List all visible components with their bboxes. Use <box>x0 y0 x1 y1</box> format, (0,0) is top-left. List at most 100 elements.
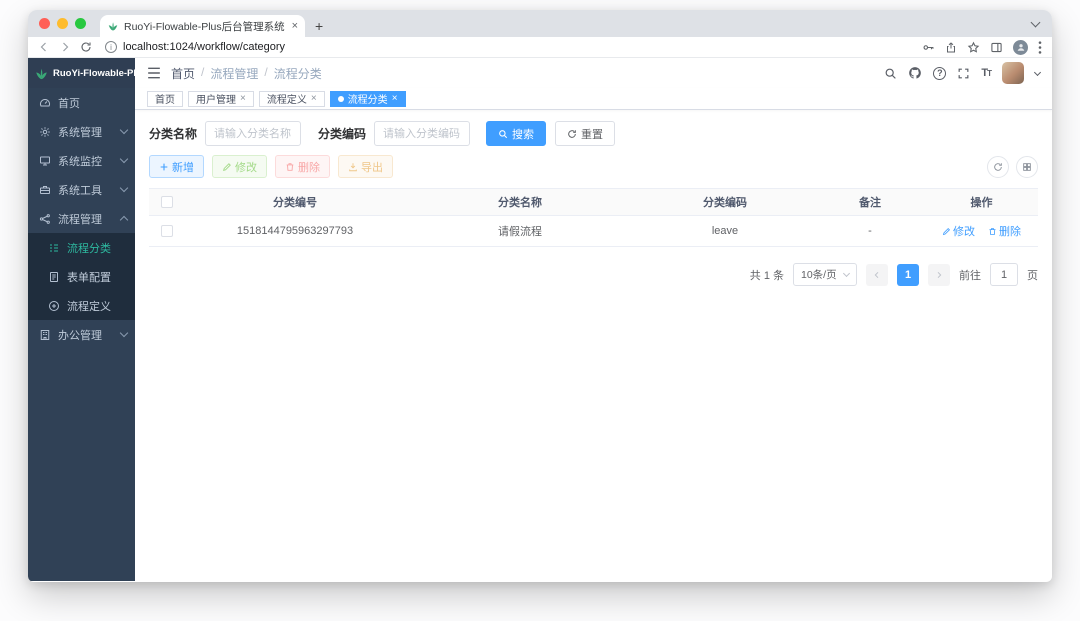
table-header-row: 分类编号 分类名称 分类编码 备注 操作 <box>149 188 1038 216</box>
columns-grid-icon <box>1023 162 1031 171</box>
side-panel-icon[interactable] <box>990 41 1003 54</box>
help-icon[interactable]: ? <box>933 66 947 80</box>
form-doc-icon <box>48 271 60 283</box>
font-size-icon[interactable]: TT <box>981 67 992 79</box>
reload-icon[interactable] <box>80 41 92 53</box>
sidebar-item-office-mgmt[interactable]: 办公管理 <box>28 320 135 349</box>
category-name-label: 分类名称 <box>149 127 198 141</box>
sidebar-item-workflow-definition[interactable]: 流程定义 <box>28 291 135 320</box>
sidebar-item-workflow-category[interactable]: 流程分类 <box>28 233 135 262</box>
row-checkbox[interactable] <box>161 225 173 238</box>
flow-icon <box>39 213 51 225</box>
logo-text: RuoYi-Flowable-Plus <box>53 67 148 79</box>
prev-page-button[interactable] <box>866 263 888 286</box>
monitor-icon <box>39 155 51 167</box>
next-page-button[interactable] <box>928 263 950 286</box>
avatar-caret-down-icon[interactable] <box>1033 68 1042 76</box>
select-all-checkbox[interactable] <box>161 196 173 209</box>
sidebar-item-system-mgmt[interactable]: 系统管理 <box>28 117 135 146</box>
address-bar[interactable]: i localhost:1024/workflow/category <box>105 41 913 53</box>
tag-user-mgmt[interactable]: 用户管理 × <box>188 90 254 107</box>
sidebar-item-workflow-mgmt[interactable]: 流程管理 <box>28 204 135 233</box>
forward-icon[interactable] <box>59 41 71 53</box>
header-category-code: 分类编码 <box>635 188 815 216</box>
tab-close-icon[interactable]: × <box>292 20 298 32</box>
sidebar-item-system-monitor[interactable]: 系统监控 <box>28 146 135 175</box>
sidebar-item-home[interactable]: 首页 <box>28 88 135 117</box>
browser-tab[interactable]: RuoYi-Flowable-Plus后台管理系统 × <box>100 15 305 37</box>
tag-workflow-category[interactable]: 流程分类 × <box>329 90 406 107</box>
tag-close-icon[interactable]: × <box>240 93 246 104</box>
site-info-icon[interactable]: i <box>105 41 117 53</box>
back-icon[interactable] <box>38 41 50 53</box>
browser-window: RuoYi-Flowable-Plus后台管理系统 × + i localhos… <box>28 10 1052 582</box>
search-button[interactable]: 搜索 <box>486 121 547 146</box>
share-icon[interactable] <box>945 41 957 54</box>
app-logo[interactable]: RuoYi-Flowable-Plus <box>28 58 147 88</box>
new-tab-button[interactable]: + <box>315 19 323 33</box>
tag-workflow-definition[interactable]: 流程定义 × <box>258 90 325 107</box>
github-icon[interactable] <box>908 66 922 80</box>
row-edit-link[interactable]: 修改 <box>942 223 975 239</box>
sidebar-toggle-icon[interactable] <box>147 67 161 79</box>
sidebar: RuoYi-Flowable-Plus 首页 系统管理 系统监控 系统工具 流程… <box>28 58 147 581</box>
browser-profile-icon[interactable] <box>1013 39 1028 55</box>
logo-leaf-icon <box>34 66 49 81</box>
table-row[interactable]: 1518144795963297793 请假流程 leave - 修改 删除 <box>149 215 1038 247</box>
tag-close-icon[interactable]: × <box>392 93 398 104</box>
refresh-table-button[interactable] <box>987 155 1009 178</box>
cell-category-name: 请假流程 <box>405 215 635 247</box>
browser-actions <box>922 39 1042 55</box>
close-window-button[interactable] <box>39 18 50 29</box>
header-category-name: 分类名称 <box>405 188 635 216</box>
zoom-window-button[interactable] <box>75 18 86 29</box>
active-dot-icon <box>337 95 344 102</box>
category-code-label: 分类编码 <box>318 127 367 141</box>
current-page-button[interactable]: 1 <box>897 263 919 286</box>
row-delete-link[interactable]: 删除 <box>988 223 1021 239</box>
toolbox-icon <box>39 184 51 196</box>
fullscreen-icon[interactable] <box>957 67 970 80</box>
user-avatar[interactable] <box>1002 62 1024 84</box>
category-code-input[interactable] <box>374 121 471 146</box>
tag-label: 首页 <box>155 95 175 106</box>
pagination: 共 1 条 10条/页 1 前往 页 <box>149 263 1038 286</box>
export-button[interactable]: 导出 <box>338 155 393 178</box>
cell-remark: - <box>815 215 925 247</box>
chevron-down-icon <box>119 154 129 164</box>
password-key-icon[interactable] <box>922 41 935 54</box>
bookmark-star-icon[interactable] <box>967 41 980 54</box>
delete-button[interactable]: 删除 <box>275 155 330 178</box>
add-button[interactable]: 新增 <box>149 155 204 178</box>
chevron-right-icon <box>937 271 942 278</box>
chevron-down-icon <box>842 269 851 278</box>
sidebar-item-system-tools[interactable]: 系统工具 <box>28 175 135 204</box>
tab-search-chevron-icon[interactable] <box>1032 19 1040 27</box>
url-text[interactable]: localhost:1024/workflow/category <box>123 41 285 53</box>
chevron-up-icon <box>119 215 129 225</box>
breadcrumb: 首页 / 流程管理 / 流程分类 <box>171 65 874 82</box>
goto-page-input[interactable] <box>990 263 1018 286</box>
sidebar-item-form-config[interactable]: 表单配置 <box>28 262 135 291</box>
header-remark: 备注 <box>815 188 925 216</box>
category-name-input[interactable] <box>205 121 302 146</box>
top-navbar: 首页 / 流程管理 / 流程分类 ? TT <box>135 58 1052 88</box>
edit-button[interactable]: 修改 <box>212 155 267 178</box>
search-icon[interactable] <box>884 67 897 80</box>
chevron-down-icon <box>119 328 129 338</box>
column-settings-button[interactable] <box>1016 155 1038 178</box>
reset-button[interactable]: 重置 <box>555 121 616 146</box>
breadcrumb-home[interactable]: 首页 <box>171 65 195 82</box>
page-size-select[interactable]: 10条/页 <box>793 263 857 286</box>
dashboard-icon <box>39 97 51 109</box>
tags-view-bar: 首页 用户管理 × 流程定义 × 流程分类 × <box>135 88 1052 110</box>
browser-menu-dots-icon[interactable] <box>1038 40 1042 54</box>
tag-home[interactable]: 首页 <box>147 90 183 107</box>
minimize-window-button[interactable] <box>57 18 68 29</box>
trash-icon <box>989 227 996 235</box>
header-actions: 操作 <box>925 188 1038 216</box>
chevron-left-icon <box>874 271 879 278</box>
search-icon <box>499 129 508 138</box>
trash-icon <box>286 162 294 171</box>
tag-close-icon[interactable]: × <box>311 93 317 104</box>
